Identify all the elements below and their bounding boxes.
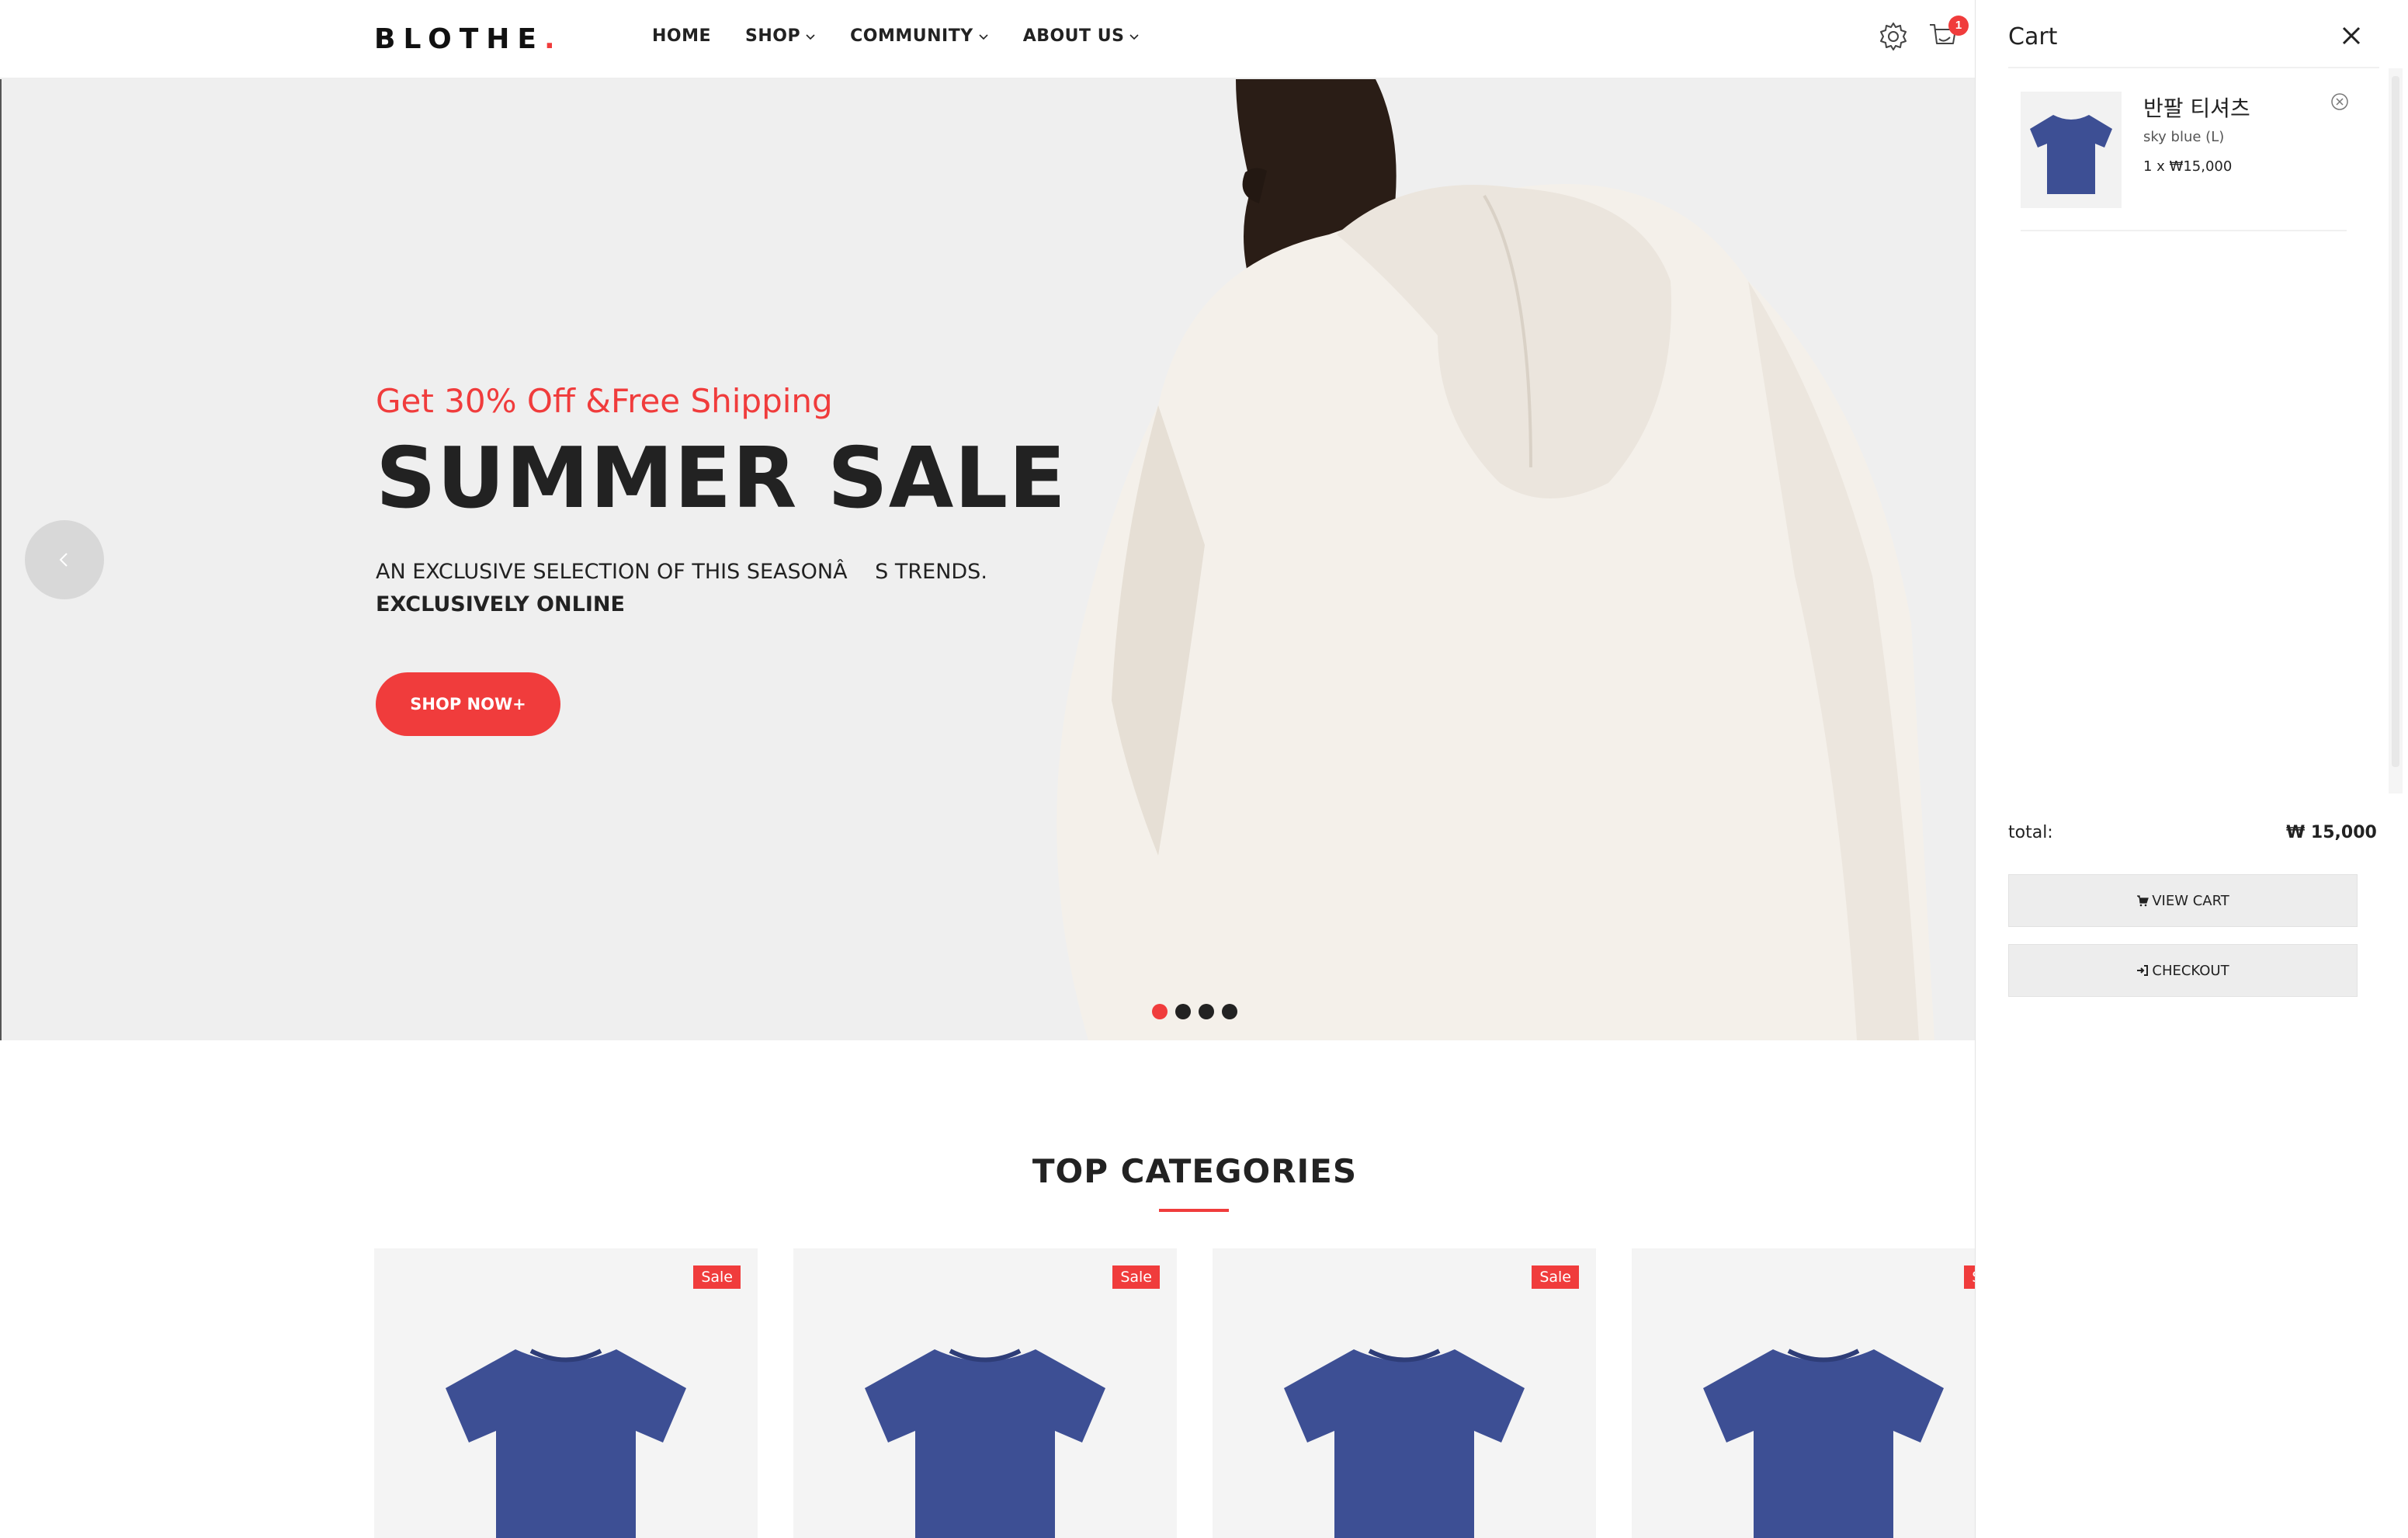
cart-item-qty-price: 1 x ₩15,000 — [2143, 158, 2233, 175]
sale-badge: Sale — [693, 1265, 741, 1289]
hero-title: SUMMER SALE — [376, 430, 1067, 527]
hero-slider: Get 30% Off &Free Shipping SUMMER SALE A… — [0, 79, 1975, 1040]
remove-item-button[interactable] — [2330, 92, 2350, 112]
logo-dot: . — [543, 23, 563, 55]
slider-dot-2[interactable] — [1175, 1004, 1191, 1019]
category-card[interactable]: Sale — [374, 1248, 758, 1538]
nav-about-us[interactable]: ABOUT US — [1023, 26, 1140, 46]
cart-item-name[interactable]: 반팔 티셔츠 — [2143, 92, 2250, 123]
sale-badge: Sa — [1964, 1265, 1975, 1289]
hero-promo-text: Get 30% Off &Free Shipping — [376, 382, 833, 420]
hero-model-image — [1057, 79, 1934, 1040]
title-underline — [1159, 1209, 1229, 1212]
cart-total-value: ₩ 15,000 — [2286, 823, 2377, 842]
header-icons: 1 — [1877, 16, 1969, 53]
view-cart-button[interactable]: VIEW CART — [2008, 874, 2358, 927]
cart-icon — [2137, 895, 2150, 907]
storefront-page: BLOTHE. HOME SHOP COMMUNITY ABOUT US 1 G… — [0, 0, 1975, 1538]
settings-button[interactable] — [1877, 20, 1910, 53]
remove-circle-icon — [2331, 93, 2348, 110]
nav-community[interactable]: COMMUNITY — [850, 26, 989, 46]
scroll-thumb[interactable] — [2392, 76, 2399, 767]
cart-scrollbar[interactable] — [2389, 68, 2403, 793]
hero-desc-line1: AN EXCLUSIVE SELECTION OF THIS SEASONÂ S… — [376, 560, 987, 584]
cart-item: 반팔 티셔츠 sky blue (L) 1 x ₩15,000 — [2021, 92, 2350, 231]
category-card[interactable]: Sale — [793, 1248, 1177, 1538]
chevron-down-icon — [979, 33, 988, 40]
slider-dot-3[interactable] — [1199, 1004, 1214, 1019]
cart-item-thumbnail[interactable] — [2021, 92, 2122, 208]
sign-in-icon — [2137, 965, 2149, 976]
slider-dot-1[interactable] — [1152, 1004, 1168, 1019]
site-logo[interactable]: BLOTHE. — [374, 23, 563, 55]
cart-title: Cart — [2008, 23, 2058, 50]
tshirt-image — [1703, 1349, 1944, 1538]
gear-icon — [1880, 23, 1907, 50]
chevron-down-icon — [806, 33, 815, 40]
cart-total-label: total: — [2008, 823, 2053, 842]
checkout-button[interactable]: CHECKOUT — [2008, 944, 2358, 997]
cart-item-list: 반팔 티셔츠 sky blue (L) 1 x ₩15,000 — [2008, 67, 2403, 793]
section-title: TOP CATEGORIES — [1032, 1152, 1358, 1190]
slider-dot-4[interactable] — [1222, 1004, 1237, 1019]
slider-prev-button[interactable] — [25, 520, 104, 599]
cart-panel: Cart 반팔 티셔츠 sky blue (L) 1 x ₩15,000 tot… — [1975, 0, 2408, 1538]
nav-shop[interactable]: SHOP — [745, 26, 816, 46]
chevron-down-icon — [1129, 33, 1140, 40]
sale-badge: Sale — [1532, 1265, 1579, 1289]
hero-desc-line2: EXCLUSIVELY ONLINE — [376, 592, 625, 616]
main-nav: HOME SHOP COMMUNITY ABOUT US — [652, 26, 1140, 46]
tshirt-image — [1284, 1349, 1525, 1538]
close-icon — [2342, 26, 2361, 45]
category-card[interactable]: Sa — [1632, 1248, 1975, 1538]
cart-item-variant: sky blue (L) — [2143, 129, 2225, 145]
shop-now-button[interactable]: SHOP NOW+ — [376, 672, 560, 736]
cart-count-badge: 1 — [1948, 16, 1969, 36]
slider-dots — [1152, 1004, 1237, 1019]
chevron-left-icon — [59, 553, 68, 567]
sale-badge: Sale — [1112, 1265, 1160, 1289]
category-card[interactable]: Sale — [1213, 1248, 1596, 1538]
tshirt-image — [446, 1349, 686, 1538]
site-header: BLOTHE. HOME SHOP COMMUNITY ABOUT US 1 — [0, 0, 1975, 79]
cart-button[interactable]: 1 — [1927, 16, 1969, 53]
tshirt-image — [865, 1349, 1105, 1538]
nav-home[interactable]: HOME — [652, 26, 711, 46]
tshirt-image — [2030, 115, 2112, 194]
hero-description: AN EXCLUSIVE SELECTION OF THIS SEASONÂ S… — [376, 556, 987, 621]
cart-close-button[interactable] — [2336, 20, 2367, 51]
